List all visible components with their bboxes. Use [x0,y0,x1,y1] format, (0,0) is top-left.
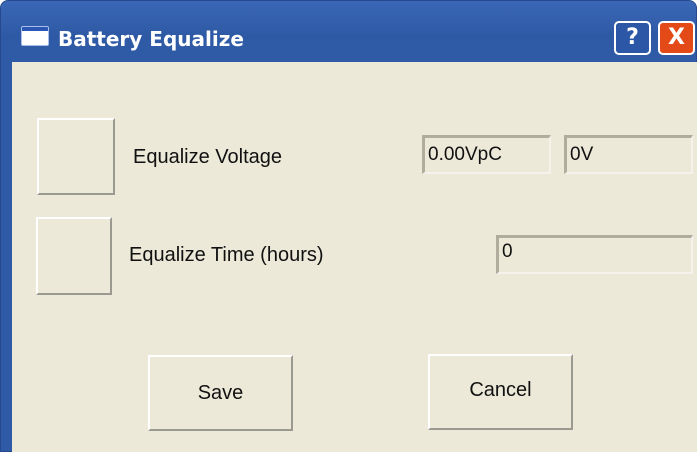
equalize-voltage-vpc-field[interactable]: 0.00VpC [422,135,551,174]
window-icon [22,27,48,45]
close-icon[interactable]: X [658,21,695,55]
save-button[interactable]: Save [148,355,293,431]
window-title: Battery Equalize [58,27,244,51]
help-icon[interactable]: ? [614,21,651,55]
equalize-voltage-total-field[interactable]: 0V [564,135,693,174]
equalize-voltage-label: Equalize Voltage [133,146,283,168]
equalize-time-label: Equalize Time (hours) [129,244,324,266]
equalize-time-button[interactable] [36,217,112,295]
cancel-button[interactable]: Cancel [428,354,573,430]
dialog-body: Equalize Voltage 0.00VpC 0V Equalize Tim… [12,62,697,452]
equalize-voltage-button[interactable] [37,118,115,195]
equalize-time-field[interactable]: 0 [496,235,693,274]
